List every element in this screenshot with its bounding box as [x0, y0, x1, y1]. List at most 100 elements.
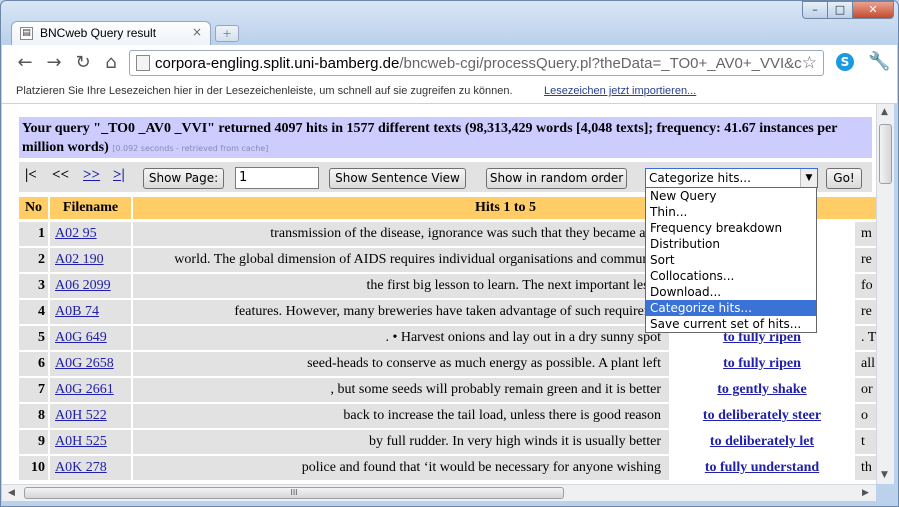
filename-link[interactable]: A02 95: [55, 226, 97, 241]
next-page-link[interactable]: >>: [83, 167, 100, 184]
left-context: transmission of the disease, ignorance w…: [133, 222, 669, 246]
url-host: corpora-engling.split.uni-bamberg.de: [155, 55, 400, 72]
go-button[interactable]: Go!: [826, 168, 862, 189]
horizontal-scroll-thumb[interactable]: III: [24, 487, 564, 499]
table-row: 6 A0G 2658 seed-heads to conserve as much …: [19, 352, 876, 376]
page-number-input[interactable]: 1: [235, 167, 319, 189]
filename-link[interactable]: A0H 522: [55, 408, 107, 423]
filename-cell: A02 190: [50, 248, 131, 272]
dropdown-option[interactable]: Thin...: [646, 204, 816, 220]
header-filename: Filename: [50, 197, 131, 219]
back-arrow-icon[interactable]: ←: [14, 52, 36, 73]
filename-cell: A0H 525: [50, 430, 131, 454]
bookmarks-bar-message: Platzieren Sie Ihre Lesezeichen hier in …: [16, 85, 513, 97]
right-context: th: [855, 456, 876, 480]
node-link[interactable]: to deliberately steer: [703, 408, 821, 423]
filename-link[interactable]: A0G 649: [55, 330, 107, 345]
query-summary-box: Your query "_TO0 _AV0 _VVI" returned 409…: [19, 117, 872, 158]
scroll-up-icon[interactable]: ▲: [881, 107, 888, 117]
filename-link[interactable]: A0B 74: [55, 304, 99, 319]
right-context: fo: [855, 274, 876, 298]
node-cell: to deliberately steer: [671, 404, 853, 428]
browser-tab[interactable]: ▤ BNCweb Query result ×: [11, 21, 211, 45]
reload-icon[interactable]: ↻: [72, 52, 94, 73]
left-context: . • Harvest onions and lay out in a dry …: [133, 326, 669, 350]
browser-toolbar: ← → ↻ ⌂ corpora-engling.split.uni-bamber…: [2, 45, 897, 81]
home-icon[interactable]: ⌂: [100, 52, 122, 73]
right-context: re: [855, 300, 876, 324]
dropdown-option[interactable]: New Query: [646, 188, 816, 204]
import-bookmarks-link[interactable]: Lesezeichen jetzt importieren...: [544, 85, 696, 97]
url-text[interactable]: corpora-engling.split.uni-bamberg.de/bnc…: [155, 55, 802, 72]
first-page-link[interactable]: |<: [25, 167, 37, 184]
show-random-order-button[interactable]: Show in random order: [486, 168, 627, 189]
left-context: back to increase the tail load, unless t…: [133, 404, 669, 428]
node-link[interactable]: to fully ripen: [723, 356, 801, 371]
filename-cell: A06 2099: [50, 274, 131, 298]
row-number: 10: [19, 456, 48, 480]
dropdown-option[interactable]: Collocations...: [646, 268, 816, 284]
right-context: . T: [855, 326, 876, 350]
action-dropdown-list[interactable]: New Query Thin... Frequency breakdown Distr…: [645, 187, 817, 333]
show-page-button[interactable]: Show Page:: [143, 168, 224, 189]
filename-cell: A02 95: [50, 222, 131, 246]
row-number: 2: [19, 248, 48, 272]
table-row: 9 A0H 525 by full rudder. In very high win…: [19, 430, 876, 454]
right-context: t: [855, 430, 876, 454]
dropdown-option[interactable]: Save current set of hits...: [646, 316, 816, 332]
filename-link[interactable]: A0G 2658: [55, 356, 114, 371]
vertical-scroll-thumb[interactable]: [879, 124, 892, 184]
row-number: 6: [19, 352, 48, 376]
filename-link[interactable]: A06 2099: [55, 278, 111, 293]
prev-page-link[interactable]: <<: [52, 167, 69, 184]
wrench-menu-icon[interactable]: 🔧: [868, 51, 890, 72]
tab-close-icon[interactable]: ×: [192, 25, 202, 39]
forward-arrow-icon[interactable]: →: [43, 52, 65, 73]
filename-link[interactable]: A02 190: [55, 252, 104, 267]
last-page-link[interactable]: >|: [113, 167, 125, 184]
bookmark-star-icon[interactable]: ☆: [802, 53, 817, 73]
filename-link[interactable]: A0K 278: [55, 460, 107, 475]
vertical-scrollbar[interactable]: ▲ ▼: [876, 104, 894, 484]
dropdown-option[interactable]: Categorize hits...: [646, 300, 816, 316]
header-no: No: [19, 197, 48, 219]
filename-cell: A0G 649: [50, 326, 131, 350]
row-number: 3: [19, 274, 48, 298]
filename-cell: A0G 2658: [50, 352, 131, 376]
dropdown-option[interactable]: Frequency breakdown: [646, 220, 816, 236]
scroll-down-icon[interactable]: ▼: [881, 470, 888, 480]
show-sentence-view-button[interactable]: Show Sentence View: [329, 168, 466, 189]
action-select[interactable]: Categorize hits... ▼: [645, 168, 818, 188]
minimize-button[interactable]: –: [802, 1, 828, 19]
row-number: 8: [19, 404, 48, 428]
left-context: the first big lesson to learn. The next …: [133, 274, 669, 298]
node-cell: to deliberately let: [671, 430, 853, 454]
maximize-button[interactable]: □: [827, 1, 853, 19]
chevron-down-icon[interactable]: ▼: [800, 169, 817, 187]
address-bar[interactable]: corpora-engling.split.uni-bamberg.de/bnc…: [129, 50, 824, 76]
dropdown-option[interactable]: Download...: [646, 284, 816, 300]
dropdown-option[interactable]: Sort: [646, 252, 816, 268]
filename-link[interactable]: A0H 525: [55, 434, 107, 449]
new-tab-button[interactable]: +: [215, 25, 239, 42]
table-row: 7 A0G 2661 , but some seeds will probably …: [19, 378, 876, 402]
node-link[interactable]: to fully understand: [705, 460, 819, 475]
close-window-button[interactable]: ✕: [852, 1, 894, 19]
node-cell: to fully understand: [671, 456, 853, 480]
skype-extension-icon[interactable]: S: [836, 53, 854, 71]
node-cell: to gently shake: [671, 378, 853, 402]
row-number: 1: [19, 222, 48, 246]
horizontal-scrollbar[interactable]: ◀ III ▶: [2, 484, 876, 501]
left-context: by full rudder. In very high winds it is…: [133, 430, 669, 454]
dropdown-option[interactable]: Distribution: [646, 236, 816, 252]
filename-link[interactable]: A0G 2661: [55, 382, 114, 397]
left-context: police and found that ‘it would be neces…: [133, 456, 669, 480]
table-row: 10 A0K 278 police and found that ‘it would…: [19, 456, 876, 480]
filename-cell: A0H 522: [50, 404, 131, 428]
scroll-left-icon[interactable]: ◀: [8, 488, 15, 498]
scroll-right-icon[interactable]: ▶: [862, 488, 869, 498]
left-context: world. The global dimension of AIDS requ…: [133, 248, 669, 272]
node-link[interactable]: to deliberately let: [710, 434, 814, 449]
row-number: 7: [19, 378, 48, 402]
node-link[interactable]: to gently shake: [717, 382, 806, 397]
